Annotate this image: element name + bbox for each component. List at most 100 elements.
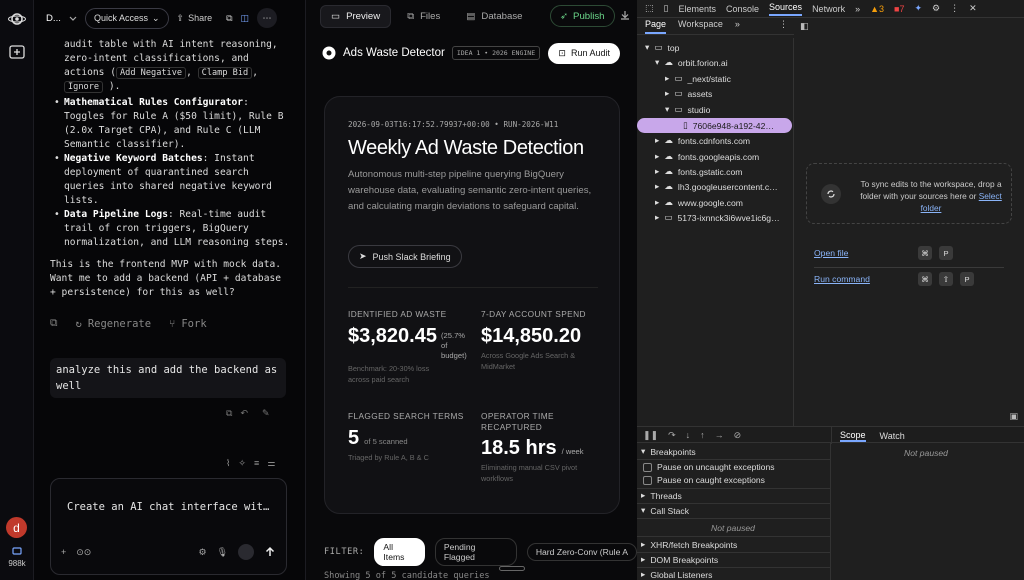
sidebar-toggle-icon[interactable]: ◧ <box>800 21 809 32</box>
actions-prefix: actions ( <box>64 67 116 78</box>
tree-item[interactable]: ▸ ☁ fonts.cdnfonts.com <box>655 133 750 148</box>
run-command-link[interactable]: Run command <box>814 274 870 284</box>
model-selector[interactable] <box>238 544 254 560</box>
step-over-icon[interactable]: ↷ <box>668 430 676 441</box>
project-name[interactable]: D... <box>46 13 61 24</box>
filter-hard-zero-conv[interactable]: Hard Zero-Conv (Rule A <box>526 543 637 561</box>
pause-uncaught-option[interactable]: Pause on uncaught exceptions <box>643 462 775 472</box>
ai-assistant-icon[interactable]: ✦ <box>914 3 922 14</box>
filter-pending-flagged[interactable]: Pending Flagged <box>434 538 517 566</box>
close-icon[interactable]: ✕ <box>969 3 977 14</box>
tree-item[interactable]: ▾ ▭ top <box>645 40 679 55</box>
tab-sources[interactable]: Sources <box>769 2 803 16</box>
send-icon[interactable] <box>264 546 276 558</box>
share-button[interactable]: ⇪ Share <box>177 13 213 24</box>
tree-item[interactable]: ▸ ▭ _next/static <box>665 71 731 86</box>
call-stack-header[interactable]: ▾ Call Stack <box>641 505 689 516</box>
download-icon[interactable] <box>620 10 630 20</box>
copy-icon[interactable]: ⧉ <box>226 408 232 419</box>
call-stack-status: Not paused <box>711 523 755 533</box>
more-tabs-icon[interactable]: » <box>855 4 860 14</box>
kebab-menu-icon[interactable]: ⋮ <box>950 3 959 14</box>
push-slack-button[interactable]: ➤ Push Slack Briefing <box>348 245 462 268</box>
subtab-workspace[interactable]: Workspace <box>678 19 723 34</box>
list-icon[interactable]: ≡ <box>254 458 259 469</box>
message-line-actions: actions (Add Negative, Clamp Bid, <box>64 67 258 79</box>
tab-database[interactable]: ▤ Database <box>456 6 532 27</box>
logo-icon[interactable] <box>8 10 26 28</box>
open-file-link[interactable]: Open file <box>814 248 848 258</box>
tab-console[interactable]: Console <box>726 4 759 14</box>
undo-icon[interactable]: ↶ <box>240 408 248 419</box>
composer-input[interactable]: Create an AI chat interface wit… <box>67 501 269 513</box>
integrations-icon[interactable]: ⊙⊙ <box>76 547 91 558</box>
attach-icon[interactable]: ⌇ <box>226 458 230 469</box>
cloud-icon: ☁ <box>664 135 673 145</box>
tree-item[interactable]: ▸ ☁ lh3.googleusercontent.c… <box>655 179 778 194</box>
workspace-drop-zone[interactable]: To sync edits to the workspace, drop a f… <box>806 163 1012 224</box>
inspect-icon[interactable]: ⬚ <box>645 3 654 14</box>
magic-icon[interactable]: ✧ <box>238 458 246 469</box>
gear-icon[interactable]: ⚙ <box>198 547 206 558</box>
threads-header[interactable]: ▸ Threads <box>641 490 682 501</box>
tree-item[interactable]: ▸ ▭ assets <box>665 86 712 101</box>
more-tabs-icon[interactable]: » <box>735 19 740 34</box>
regenerate-button[interactable]: ↻ Regenerate <box>76 317 152 330</box>
tree-item[interactable]: ▸ ☁ www.google.com <box>655 195 743 210</box>
breakpoints-header[interactable]: ▾ Breakpoints <box>641 446 696 457</box>
step-into-icon[interactable]: ↓ <box>686 430 691 441</box>
filter-all-items[interactable]: All Items <box>374 538 425 566</box>
tree-item[interactable]: ▾ ☁ orbit.forion.ai <box>655 55 728 70</box>
composer[interactable]: Create an AI chat interface wit… + ⊙⊙ ⚙ … <box>50 478 287 575</box>
open-external-icon[interactable]: ⧉ <box>226 13 232 24</box>
layout-toggle-icon[interactable]: ◫ <box>241 13 250 24</box>
xhr-breakpoints-header[interactable]: ▸ XHR/fetch Breakpoints <box>641 539 737 550</box>
gear-icon[interactable]: ⚙ <box>932 3 940 14</box>
avatar[interactable]: d <box>6 517 27 538</box>
copy-icon[interactable]: ⧉ <box>50 317 58 330</box>
run-audit-button[interactable]: ⊡ Run Audit <box>548 42 620 64</box>
quick-access-button[interactable]: Quick Access ⌄ <box>84 7 169 29</box>
publish-button[interactable]: ➶ Publish <box>550 5 615 27</box>
tree-item[interactable]: ▾ ▭ studio <box>665 102 710 117</box>
stat-label: IDENTIFIED AD WASTE <box>348 309 447 319</box>
more-menu-button[interactable]: ⋯ <box>257 8 278 28</box>
actions-suffix: ). <box>108 81 121 92</box>
tab-files[interactable]: ⧉ Files <box>397 6 450 27</box>
tab-elements[interactable]: Elements <box>678 4 716 14</box>
deactivate-breakpoints-icon[interactable]: ⊘ <box>734 430 742 441</box>
dom-breakpoints-header[interactable]: ▸ DOM Breakpoints <box>641 554 718 565</box>
settings-sliders-icon[interactable]: ⚌ <box>267 458 275 469</box>
warning-badge[interactable]: ▲3 <box>870 4 884 14</box>
step-icon[interactable]: → <box>715 430 724 441</box>
kebab-menu-icon[interactable]: ⋮ <box>779 19 788 34</box>
scroll-handle[interactable] <box>499 566 525 571</box>
device-toggle-icon[interactable]: ▯ <box>664 3 669 14</box>
tree-item[interactable]: ▸ ☁ fonts.googleapis.com <box>655 149 759 164</box>
tab-network[interactable]: Network <box>812 4 845 14</box>
fork-button[interactable]: ⑂ Fork <box>169 317 207 330</box>
mic-icon[interactable]: 🎙 <box>217 547 228 558</box>
checkbox[interactable] <box>643 475 652 485</box>
add-icon[interactable]: + <box>61 547 66 557</box>
tab-scope[interactable]: Scope <box>840 430 866 442</box>
drawer-toggle-icon[interactable]: ▣ <box>1009 411 1018 422</box>
chevron-down-icon[interactable] <box>69 14 77 22</box>
stat-sub: Benchmark: 20-30% loss across paid searc… <box>348 364 430 384</box>
tree-item[interactable]: ▸ ▭ 5173-ixnnck3i6wve1ic6g… <box>655 210 780 225</box>
tree-item[interactable]: ▸ ☁ fonts.gstatic.com <box>655 164 742 179</box>
new-chat-icon[interactable] <box>9 45 25 61</box>
checkbox[interactable] <box>643 462 652 472</box>
credits-indicator[interactable]: 988k <box>4 546 30 568</box>
pause-caught-option[interactable]: Pause on caught exceptions <box>643 475 765 485</box>
debugger-toolbar: ❚❚ ↷ ↓ ↑ → ⊘ Scope Watch <box>637 426 1024 444</box>
subtab-page[interactable]: Page <box>645 19 667 34</box>
edit-icon[interactable]: ✎ <box>262 408 270 419</box>
step-out-icon[interactable]: ↑ <box>700 430 705 441</box>
tree-item-selected[interactable]: ▯ 7606e948-a192-42… <box>637 118 792 133</box>
error-badge[interactable]: ■7 <box>894 4 904 14</box>
global-listeners-header[interactable]: ▸ Global Listeners <box>641 569 712 580</box>
tab-preview[interactable]: ▭ Preview <box>320 4 392 28</box>
pause-icon[interactable]: ❚❚ <box>643 430 658 441</box>
tab-watch[interactable]: Watch <box>880 431 905 441</box>
